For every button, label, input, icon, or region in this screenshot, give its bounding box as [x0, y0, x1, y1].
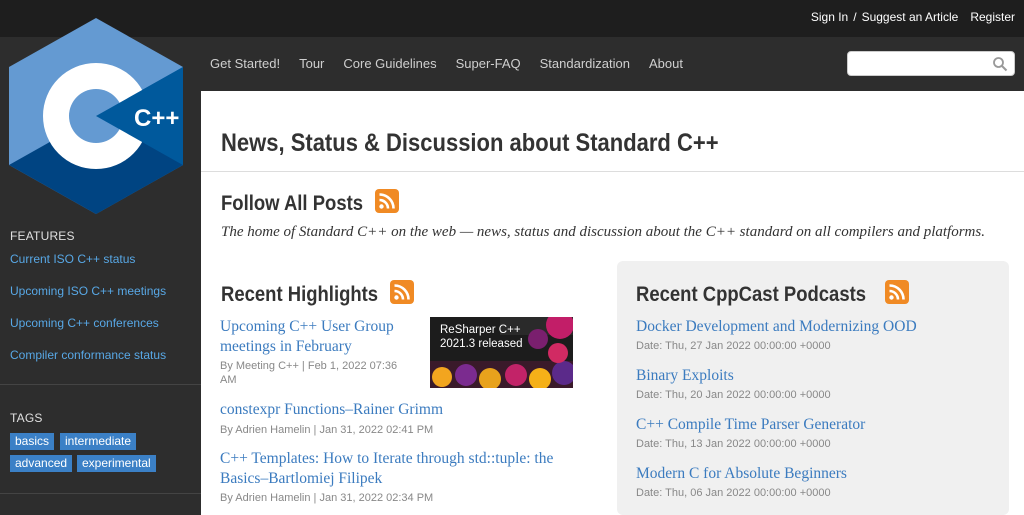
highlight-meta: By Adrien Hamelin | Jan 31, 2022 02:34 P…: [220, 491, 433, 505]
search-box: [847, 51, 1015, 76]
nav-core-guidelines[interactable]: Core Guidelines: [343, 56, 436, 71]
highlight-title-line: C++ Templates: How to Iterate through st…: [220, 449, 600, 469]
page-title: News, Status & Discussion about Standard…: [221, 129, 719, 158]
highlight-title[interactable]: Upcoming C++ User Group meetings in Febr…: [220, 317, 394, 357]
highlight-title-line: constexpr Functions–Rainer Grimm: [220, 400, 443, 420]
search-icon[interactable]: [992, 56, 1008, 72]
account-links: Sign In / Suggest an Article Register: [811, 10, 1015, 24]
tags-heading: TAGS: [10, 411, 43, 425]
feature-link-iso-meetings[interactable]: Upcoming ISO C++ meetings: [10, 284, 166, 298]
podcast-title[interactable]: Docker Development and Modernizing OOD: [636, 317, 917, 337]
tag-basics[interactable]: basics: [10, 433, 54, 450]
feature-link-conformance[interactable]: Compiler conformance status: [10, 348, 166, 362]
follow-heading: Follow All Posts: [221, 192, 363, 216]
podcast-date: Date: Thu, 27 Jan 2022 00:00:00 +0000: [636, 339, 831, 353]
nav-get-started[interactable]: Get Started!: [210, 56, 280, 71]
register-link[interactable]: Register: [970, 10, 1015, 24]
separator: /: [853, 10, 856, 24]
podcast-date: Date: Thu, 06 Jan 2022 00:00:00 +0000: [636, 486, 831, 500]
tag-experimental[interactable]: experimental: [77, 455, 156, 472]
highlight-meta: By Meeting C++ | Feb 1, 2022 07:36 AM: [220, 359, 397, 387]
rss-icon[interactable]: [375, 189, 399, 213]
podcasts-panel: Recent CppCast Podcasts Docker Developme…: [617, 261, 1009, 515]
ad-line-1: ReSharper C++: [440, 324, 521, 336]
features-heading: FEATURES: [10, 229, 75, 243]
nav-standardization[interactable]: Standardization: [540, 56, 630, 71]
highlight-title-line: meetings in February: [220, 337, 394, 357]
highlight-meta: By Adrien Hamelin | Jan 31, 2022 02:41 P…: [220, 423, 433, 437]
highlight-title-line: Upcoming C++ User Group: [220, 317, 394, 337]
podcast-date: Date: Thu, 20 Jan 2022 00:00:00 +0000: [636, 388, 831, 402]
podcast-title[interactable]: Modern C for Absolute Beginners: [636, 464, 847, 484]
sidebar-divider: [0, 493, 201, 494]
podcast-title[interactable]: C++ Compile Time Parser Generator: [636, 415, 865, 435]
highlight-meta-line: By Adrien Hamelin | Jan 31, 2022 02:34 P…: [220, 491, 433, 505]
rss-icon[interactable]: [885, 280, 909, 304]
resharper-ad-banner[interactable]: ReSharper C++ 2021.3 released: [430, 317, 573, 388]
highlight-meta-line: AM: [220, 373, 397, 387]
rss-icon[interactable]: [390, 280, 414, 304]
site-tagline: The home of Standard C++ on the web — ne…: [221, 224, 985, 241]
highlight-meta-line: By Adrien Hamelin | Jan 31, 2022 02:41 P…: [220, 423, 433, 437]
nav-about[interactable]: About: [649, 56, 683, 71]
nav-super-faq[interactable]: Super-FAQ: [456, 56, 521, 71]
feature-link-iso-status[interactable]: Current ISO C++ status: [10, 252, 135, 266]
ad-line-2: 2021.3 released: [440, 338, 522, 350]
sidebar: C++ FEATURES Current ISO C++ status Upco…: [0, 91, 201, 515]
sidebar-divider: [0, 384, 201, 385]
search-input[interactable]: [854, 52, 994, 75]
highlight-title-line: Basics–Bartlomiej Filipek: [220, 469, 600, 489]
logo-plus-text: C++: [134, 105, 179, 132]
podcasts-heading: Recent CppCast Podcasts: [636, 283, 866, 307]
main-nav: Get Started! Tour Core Guidelines Super-…: [210, 56, 702, 71]
highlight-title[interactable]: constexpr Functions–Rainer Grimm: [220, 400, 443, 420]
feature-link-conferences[interactable]: Upcoming C++ conferences: [10, 316, 159, 330]
divider: [201, 171, 1024, 172]
podcast-title[interactable]: Binary Exploits: [636, 366, 734, 386]
highlights-heading: Recent Highlights: [221, 283, 378, 307]
highlight-title[interactable]: C++ Templates: How to Iterate through st…: [220, 449, 600, 489]
cpp-logo[interactable]: C++: [9, 18, 183, 214]
tag-advanced[interactable]: advanced: [10, 455, 72, 472]
sign-in-link[interactable]: Sign In: [811, 10, 848, 24]
podcast-date: Date: Thu, 13 Jan 2022 00:00:00 +0000: [636, 437, 831, 451]
nav-tour[interactable]: Tour: [299, 56, 324, 71]
tag-intermediate[interactable]: intermediate: [60, 433, 136, 450]
suggest-article-link[interactable]: Suggest an Article: [862, 10, 959, 24]
highlight-meta-line: By Meeting C++ | Feb 1, 2022 07:36: [220, 359, 397, 373]
main-content: News, Status & Discussion about Standard…: [201, 91, 1024, 515]
